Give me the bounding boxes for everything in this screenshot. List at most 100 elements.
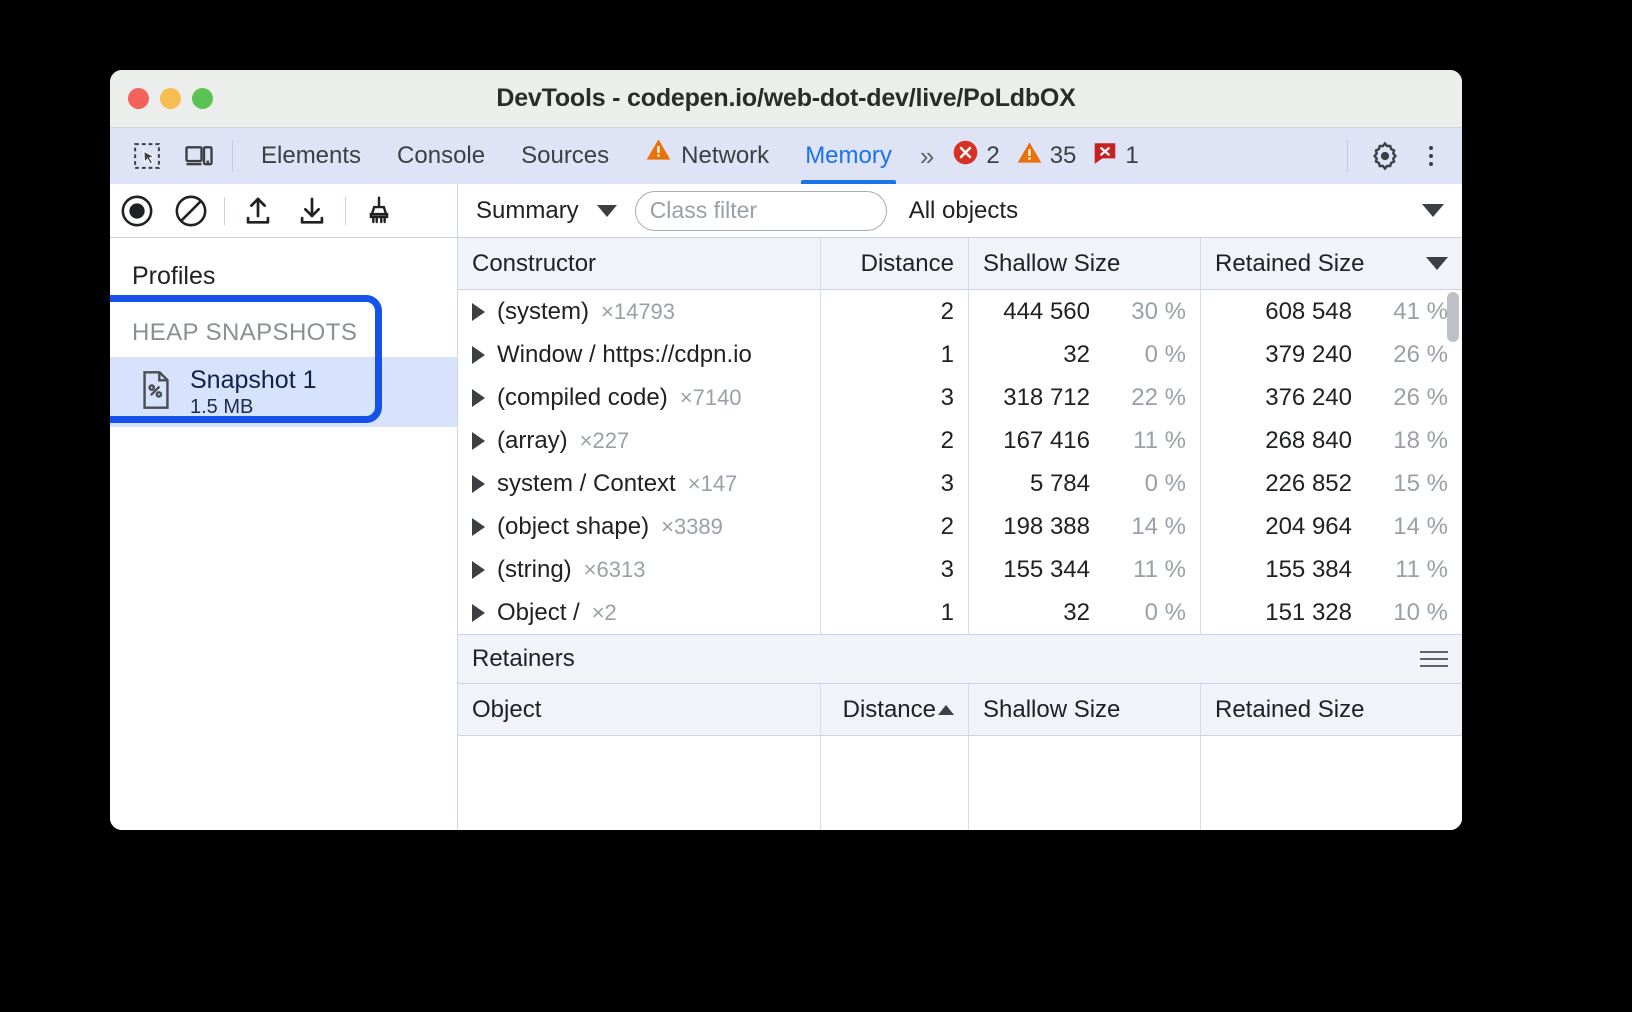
error-count: 2 <box>986 142 999 170</box>
objects-filter-label[interactable]: All objects <box>909 197 1018 225</box>
tab-network[interactable]: Network <box>627 128 787 184</box>
distance-value: 2 <box>941 298 954 326</box>
expand-triangle-icon[interactable] <box>472 518 485 536</box>
shallow-size-value: 318 712 <box>1003 384 1090 412</box>
cell-retained-size: 204 96414 % <box>1200 505 1462 548</box>
download-arrow-icon[interactable] <box>285 184 339 238</box>
table-row[interactable]: (object shape)×33892198 38814 %204 96414… <box>458 505 1462 548</box>
toolbar-divider <box>345 197 346 225</box>
retainers-column-distance <box>820 736 968 830</box>
retained-size-value: 155 384 <box>1265 556 1352 584</box>
cell-constructor: Window / https://cdpn.io <box>458 333 820 376</box>
expand-triangle-icon[interactable] <box>472 303 485 321</box>
expand-triangle-icon[interactable] <box>472 604 485 622</box>
table-row[interactable]: Window / https://cdpn.io1320 %379 24026 … <box>458 333 1462 376</box>
column-label-distance: Distance <box>861 250 954 278</box>
column-header-retainers-retained-size[interactable]: Retained Size <box>1200 684 1462 736</box>
upload-arrow-icon[interactable] <box>231 184 285 238</box>
column-header-retainers-distance[interactable]: Distance <box>820 684 968 736</box>
snapshot-document-icon <box>138 370 174 415</box>
window-title: DevTools - codepen.io/web-dot-dev/live/P… <box>110 84 1462 113</box>
device-toolbar-icon[interactable] <box>176 137 222 175</box>
shallow-size-value: 444 560 <box>1003 298 1090 326</box>
gear-icon[interactable] <box>1362 137 1408 175</box>
constructor-name: (string) <box>497 556 572 584</box>
column-header-object[interactable]: Object <box>458 684 820 736</box>
minimize-window-button[interactable] <box>160 88 181 109</box>
maximize-window-button[interactable] <box>192 88 213 109</box>
cell-distance: 2 <box>820 290 968 333</box>
expand-triangle-icon[interactable] <box>472 561 485 579</box>
close-window-button[interactable] <box>128 88 149 109</box>
shallow-size-percent: 14 % <box>1104 513 1186 541</box>
hamburger-menu-icon[interactable] <box>1420 651 1448 667</box>
sort-ascending-icon <box>938 705 954 715</box>
retainers-grid-body[interactable] <box>458 736 1462 830</box>
tab-elements[interactable]: Elements <box>243 128 379 184</box>
view-select-label[interactable]: Summary <box>476 197 579 225</box>
shallow-size-value: 155 344 <box>1003 556 1090 584</box>
sidebar-item-snapshot-1[interactable]: Snapshot 1 1.5 MB <box>110 357 457 427</box>
inspect-element-icon[interactable] <box>124 137 170 175</box>
issue-count: 1 <box>1125 142 1138 170</box>
column-label-object: Object <box>472 696 541 724</box>
table-row[interactable]: (string)×63133155 34411 %155 38411 % <box>458 548 1462 591</box>
column-header-distance[interactable]: Distance <box>820 238 968 290</box>
column-header-constructor[interactable]: Constructor <box>458 238 820 290</box>
error-counter[interactable]: 2 <box>952 139 999 173</box>
vertical-scrollbar-thumb[interactable] <box>1447 292 1459 342</box>
record-circle-icon[interactable] <box>110 184 164 238</box>
profile-toolbar <box>110 184 458 237</box>
class-filter-input[interactable] <box>635 191 887 231</box>
expand-triangle-icon[interactable] <box>472 475 485 493</box>
chevron-down-icon[interactable] <box>597 205 617 217</box>
distance-value: 2 <box>941 427 954 455</box>
cell-shallow-size: 198 388 14 % <box>968 505 1200 548</box>
column-label-constructor: Constructor <box>472 250 596 278</box>
summary-grid-header: Constructor Distance Shallow Size Retain… <box>458 238 1462 290</box>
cell-retained-size: 268 84018 % <box>1200 419 1462 462</box>
shallow-size-percent: 0 % <box>1104 341 1186 369</box>
shallow-size-percent: 11 % <box>1104 427 1186 455</box>
shallow-size-value: 32 <box>1063 599 1090 627</box>
cell-distance: 1 <box>820 333 968 376</box>
table-row[interactable]: Object /×21320 %151 32810 % <box>458 591 1462 634</box>
retainers-column-shallow-size <box>968 736 1200 830</box>
retained-size-value: 268 840 <box>1265 427 1352 455</box>
issue-counters: 2 35 1 <box>952 139 1147 173</box>
tab-console[interactable]: Console <box>379 128 503 184</box>
chevron-down-icon[interactable] <box>1422 204 1444 217</box>
expand-triangle-icon[interactable] <box>472 346 485 364</box>
shallow-size-percent: 0 % <box>1104 599 1186 627</box>
shallow-size-value: 198 388 <box>1003 513 1090 541</box>
window-titlebar: DevTools - codepen.io/web-dot-dev/live/P… <box>110 70 1462 128</box>
table-row[interactable]: (compiled code)×71403318 71222 %376 2402… <box>458 376 1462 419</box>
cell-shallow-size: 444 56030 % <box>968 290 1200 333</box>
devtools-tabbar: Elements Console Sources Network Memory … <box>110 128 1462 184</box>
expand-triangle-icon[interactable] <box>472 432 485 450</box>
more-tabs-icon[interactable]: » <box>910 141 940 172</box>
table-row[interactable]: (system)×147932444 56030 %608 54841 % <box>458 290 1462 333</box>
column-header-retained-size[interactable]: Retained Size <box>1200 238 1462 290</box>
warning-count: 35 <box>1050 142 1077 170</box>
column-header-shallow-size[interactable]: Shallow Size <box>968 238 1200 290</box>
tabbar-divider <box>1347 140 1348 172</box>
column-header-retainers-shallow-size[interactable]: Shallow Size <box>968 684 1200 736</box>
broom-icon[interactable] <box>352 184 406 238</box>
warning-counter[interactable]: 35 <box>1016 139 1077 173</box>
tab-memory[interactable]: Memory <box>787 128 910 184</box>
tab-sources[interactable]: Sources <box>503 128 627 184</box>
instance-count: ×2 <box>592 600 617 626</box>
table-row[interactable]: system / Context×14735 7840 %226 85215 % <box>458 462 1462 505</box>
instance-count: ×14793 <box>601 299 675 325</box>
expand-triangle-icon[interactable] <box>472 389 485 407</box>
table-row[interactable]: (array)×2272167 41611 %268 84018 % <box>458 419 1462 462</box>
summary-grid-rows[interactable]: (system)×147932444 56030 %608 54841 %Win… <box>458 290 1462 634</box>
kebab-menu-icon[interactable] <box>1412 137 1450 175</box>
column-label-retainers-shallow-size: Shallow Size <box>983 696 1120 724</box>
issue-speech-bubble-icon <box>1092 140 1118 173</box>
constructor-name: (system) <box>497 298 589 326</box>
no-entry-icon[interactable] <box>164 184 218 238</box>
retained-size-value: 151 328 <box>1265 599 1352 627</box>
issue-counter[interactable]: 1 <box>1092 140 1138 173</box>
